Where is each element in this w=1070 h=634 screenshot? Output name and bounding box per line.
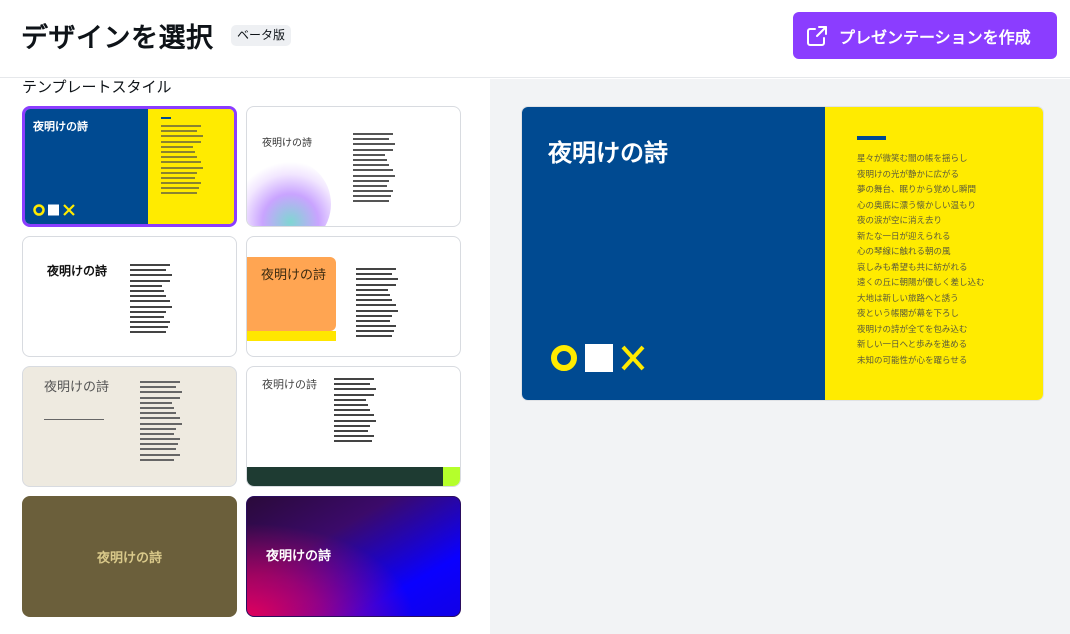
thumb-text-lines — [356, 268, 398, 341]
preview-dash — [857, 136, 886, 140]
thumb-title: 夜明けの詩 — [33, 120, 88, 133]
beta-badge: ベータ版 — [231, 25, 292, 46]
template-thumbnail-orange-block[interactable]: 夜明けの詩 — [246, 236, 461, 357]
thumb-text-lines — [161, 125, 203, 198]
thumb-title: 夜明けの詩 — [44, 380, 110, 395]
thumb-title: 夜明けの詩 — [47, 264, 108, 278]
preview-poem-lines: 星々が微笑む闇の帳を揺らし 夜明けの光が静かに広がる夢の舞台、眠りから覚めし瞬間心… — [857, 152, 985, 369]
template-thumbnail-cream[interactable]: 夜明けの詩 — [22, 366, 237, 487]
page-title: デザインを選択 — [21, 23, 214, 54]
preview-poem-line: 大地は新しい旅路へと誘う — [857, 293, 959, 304]
preview-poem-line: 夢の舞台、眠りから覚めし瞬間 — [857, 185, 977, 195]
thumb-yellow-bar — [247, 331, 336, 341]
section-label: テンプレートスタイル — [22, 79, 172, 96]
thumb-green-bar — [247, 467, 443, 486]
template-thumbnail-plain-white[interactable]: 夜明けの詩 — [22, 236, 237, 357]
template-list-panel: テンプレートスタイル 夜明けの詩 夜明けの詩 夜明けの詩 夜明けの詩 夜明けの詩… — [0, 79, 490, 634]
preview-poem-line: 夜という帳閣が幕を下ろし — [857, 309, 960, 319]
preview-poem-line: 夜の涙が空に消え去り — [857, 216, 943, 226]
thumb-title: 夜明けの詩 — [262, 378, 317, 391]
preview-poem-line: 遠くの丘に朝陽が優しく差し込む — [857, 278, 985, 288]
external-link-icon — [807, 25, 827, 46]
thumb-dash — [161, 117, 171, 119]
preview-poem-line: 心の琴線に触れる朝の風 — [857, 247, 951, 257]
slide-preview: 夜明けの詩 星々が微笑む闇の帳を揺らし 夜明けの光が静かに広がる夢の舞台、眠りから… — [522, 107, 1043, 400]
thumb-divider — [44, 419, 104, 420]
template-thumbnail-olive[interactable]: 夜明けの詩 — [22, 496, 237, 617]
template-thumbnail-magenta-blue[interactable]: 夜明けの詩 — [246, 496, 461, 617]
preview-poem-line: 未知の可能性が心を躍らせる — [857, 355, 968, 366]
preview-yellow-panel: 星々が微笑む闇の帳を揺らし 夜明けの光が静かに広がる夢の舞台、眠りから覚めし瞬間心… — [825, 107, 1043, 400]
thumb-text-lines — [353, 133, 395, 206]
thumb-lime-block — [443, 467, 460, 486]
thumb-text-lines — [334, 378, 376, 445]
template-thumbnail-navy-yellow[interactable]: 夜明けの詩 — [22, 106, 237, 227]
preview-shapes — [550, 343, 650, 373]
thumb-text-lines — [140, 381, 182, 464]
preview-poem-line: 哀しみも希望も共に紡がれる — [857, 262, 968, 273]
preview-poem-line: 夜明けの詩が全てを包み込む — [857, 324, 968, 335]
thumb-title: 夜明けの詩 — [266, 549, 332, 564]
header: デザインを選択 ベータ版 プレゼンテーションを作成 — [0, 0, 1070, 78]
thumb-title: 夜明けの詩 — [261, 268, 327, 283]
preview-panel: 夜明けの詩 星々が微笑む闇の帳を揺らし 夜明けの光が静かに広がる夢の舞台、眠りから… — [490, 79, 1070, 634]
preview-title: 夜明けの詩 — [548, 139, 668, 167]
circle-square-cross-icon — [551, 344, 645, 372]
thumb-text-lines — [130, 264, 172, 337]
preview-poem-line: 新たな一日が迎えられる — [857, 231, 951, 242]
preview-poem-line: 心の奥底に漂う懐かしい温もり — [857, 200, 977, 211]
template-thumbnail-green-bar[interactable]: 夜明けの詩 — [246, 366, 461, 487]
thumb-gradient-blob — [247, 159, 331, 226]
circle-square-cross-icon — [33, 204, 75, 216]
create-presentation-label: プレゼンテーションを作成 — [839, 27, 1031, 47]
preview-navy-panel: 夜明けの詩 — [522, 107, 825, 400]
preview-poem-line: 星々が微笑む闇の帳を揺らし — [857, 154, 968, 164]
preview-poem-line: 新しい一日へと歩みを進める — [857, 340, 968, 350]
template-thumbnail-gradient-blob[interactable]: 夜明けの詩 — [246, 106, 461, 227]
thumb-title: 夜明けの詩 — [262, 138, 312, 149]
thumb-title: 夜明けの詩 — [96, 551, 162, 566]
preview-poem-line: 夜明けの光が静かに広がる — [857, 169, 960, 180]
create-presentation-button[interactable]: プレゼンテーションを作成 — [793, 12, 1057, 59]
